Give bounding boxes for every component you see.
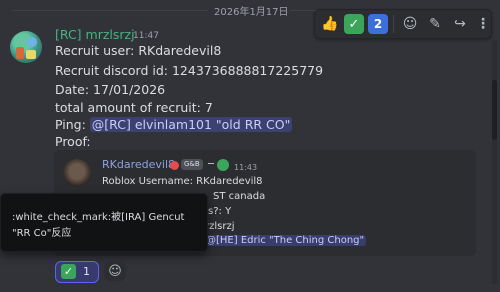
message-line: total amount of recruit: 7 <box>55 100 213 115</box>
ping-line: Ping: @[RC] elvinlam101 "old RR CO" <box>55 117 293 132</box>
message-author[interactable]: [RC] mrzlsrzj <box>55 27 135 42</box>
message-action-toolbar: 👍 ✓ 2 ☺ ✎ ↪ ⋮ <box>314 9 492 39</box>
tooltip-line: :white_check_mark:被[IRA] Gencut <box>12 212 185 223</box>
embed-avatar <box>63 159 91 187</box>
avatar[interactable] <box>10 31 42 63</box>
embed-timestamp: 11:43 <box>234 163 258 172</box>
embed-mention: @[HE] Edric "The Ching Chong" <box>204 235 367 246</box>
more-icon[interactable]: ⋮ <box>473 14 493 34</box>
guild-icon <box>217 159 229 171</box>
proof-label: Proof: <box>55 134 91 149</box>
avatar-shape <box>27 37 37 47</box>
add-reaction-button[interactable]: ☺ <box>104 261 126 281</box>
avatar-shape <box>26 50 36 59</box>
embed-line: s?: Y <box>208 206 232 217</box>
thumbs-up-icon[interactable]: 👍 <box>320 14 340 34</box>
check-mark-icon: ✓ <box>61 264 76 279</box>
server-tag: G&B <box>181 159 203 170</box>
pencil-icon[interactable]: ✎ <box>425 14 445 34</box>
date-divider-label: 2026年1月17日 <box>214 7 289 18</box>
smiley-icon: ☺ <box>108 263 122 279</box>
embed-line: Roblox Username: RKdaredevil8 <box>102 176 263 187</box>
forward-arrow-icon[interactable]: ↪ <box>450 14 470 34</box>
role-badge-icon <box>170 161 179 170</box>
tag-separator <box>208 163 214 164</box>
divider-line-left <box>12 10 208 11</box>
message-line: Recruit user: RKdaredevil8 <box>55 43 222 58</box>
ping-label: Ping: <box>55 117 86 132</box>
embed-mention-line: @[HE] Edric "The Ching Chong" <box>204 235 367 246</box>
reaction-count: 1 <box>83 265 90 278</box>
tooltip-line: "RR Co"反应 <box>12 228 72 239</box>
toolbar-divider <box>393 15 394 33</box>
scrollbar[interactable] <box>492 40 497 284</box>
message-timestamp: 11:47 <box>133 31 159 41</box>
avatar-shape <box>16 47 24 59</box>
scrollbar-thumb[interactable] <box>492 80 497 140</box>
embed-line: rzlsrzj <box>205 221 235 232</box>
embed-line: ST canada <box>213 191 266 202</box>
embed-author: RKdaredevil8 <box>102 158 175 171</box>
message-line: Date: 17/01/2026 <box>55 82 166 97</box>
smiley-icon[interactable]: ☺ <box>400 14 420 34</box>
reaction-tooltip: :white_check_mark:被[IRA] Gencut "RR Co"反… <box>0 193 208 252</box>
message-line: Recruit discord id: 1243736888817225779 <box>55 63 324 78</box>
check-reaction-button[interactable]: ✓ 1 <box>55 261 99 283</box>
keycap-two-icon[interactable]: 2 <box>368 14 388 34</box>
check-mark-icon[interactable]: ✓ <box>344 14 364 34</box>
user-mention[interactable]: @[RC] elvinlam101 "old RR CO" <box>89 117 293 132</box>
